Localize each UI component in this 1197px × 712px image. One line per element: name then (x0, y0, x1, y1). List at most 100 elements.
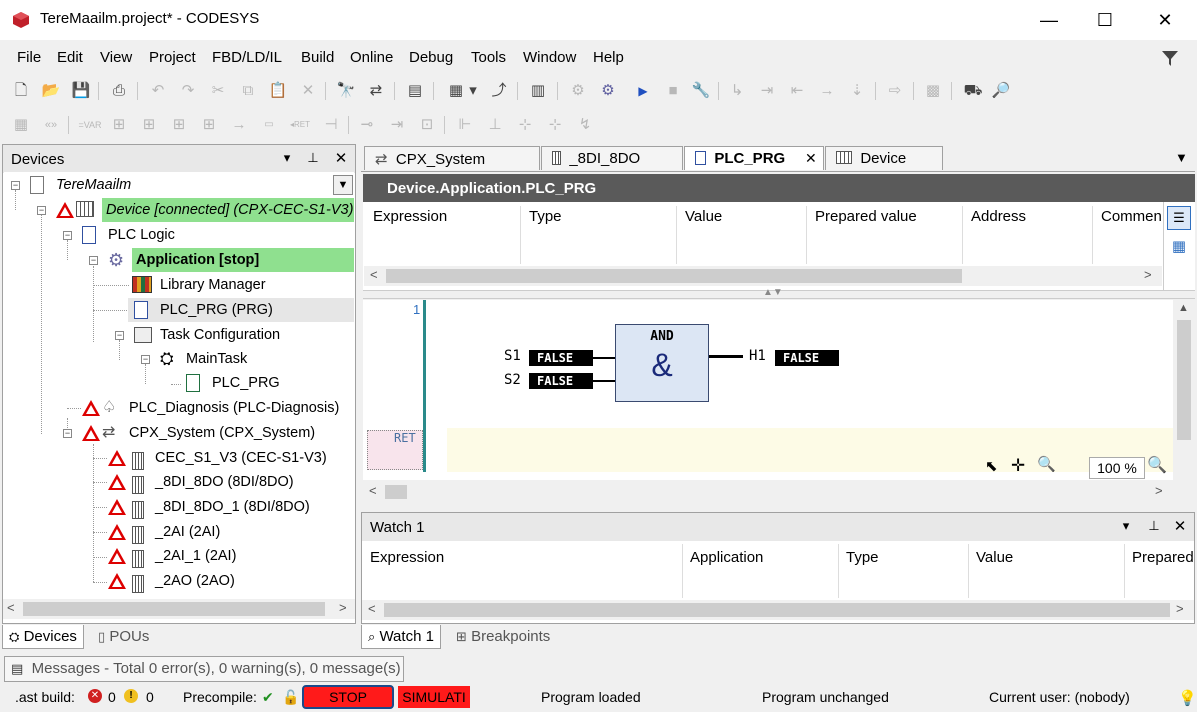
zoom-settings-icon[interactable]: 🔍 (1147, 455, 1167, 475)
branch-end-icon[interactable]: ⊹ (544, 114, 566, 136)
scroll-right-icon[interactable]: > (1144, 267, 1152, 282)
undo-icon[interactable]: ↶ (147, 80, 169, 102)
tree-item-cpx-system[interactable]: − ⇄ CPX_System (CPX_System) (4, 421, 354, 445)
watch-column-prepared[interactable]: Prepared (1132, 549, 1194, 566)
panel-menu-icon[interactable]: ▾ (279, 150, 295, 166)
box-icon[interactable]: ⊞ (108, 114, 130, 136)
maximize-button[interactable]: ☐ (1093, 8, 1117, 32)
menu-debug[interactable]: Debug (409, 49, 453, 66)
simulation-status[interactable]: SIMULATI (398, 686, 470, 708)
watch-column-value[interactable]: Value (976, 549, 1013, 566)
tab-breakpoints[interactable]: ⊞ Breakpoints (450, 625, 556, 649)
zoom-icon[interactable]: 🔍 (1037, 455, 1056, 473)
menu-file[interactable]: File (17, 49, 41, 66)
tab-list-chevron-icon[interactable]: ▼ (1175, 150, 1188, 165)
move-icon[interactable]: ✛ (1011, 456, 1025, 476)
run-to-cursor-icon[interactable]: → (816, 80, 838, 102)
close-button[interactable]: ✕ (1153, 8, 1177, 32)
column-prepared-value[interactable]: Prepared value (815, 208, 917, 225)
column-expression[interactable]: Expression (373, 208, 447, 225)
tab-watch-1[interactable]: ⌕ Watch 1 (361, 625, 441, 649)
reset-coil-icon[interactable]: ⇥ (386, 114, 408, 136)
tree-item-module[interactable]: _2AI (2AI) (4, 520, 354, 544)
fbd-hscrollbar[interactable]: < > (363, 482, 1173, 502)
logout-icon[interactable]: ⚙ (597, 80, 619, 102)
parallel-branch-icon[interactable]: ⊥ (484, 114, 506, 136)
menu-help[interactable]: Help (593, 49, 624, 66)
menu-tools[interactable]: Tools (471, 49, 506, 66)
input-s1-value[interactable]: FALSE (529, 350, 593, 366)
tree-item-device[interactable]: − Device [connected] (CPX-CEC-S1-V3) (4, 198, 354, 222)
save-icon[interactable]: 💾 (70, 80, 92, 102)
column-type[interactable]: Type (529, 208, 562, 225)
show-next-statement-icon[interactable]: ⇣ (846, 80, 868, 102)
collapse-icon[interactable]: − (11, 181, 20, 190)
tree-item-module[interactable]: _2AI_1 (2AI) (4, 544, 354, 568)
collapse-icon[interactable]: − (63, 231, 72, 240)
menu-window[interactable]: Window (523, 49, 576, 66)
tabular-view-icon[interactable]: ▦ (1167, 236, 1191, 260)
scroll-thumb[interactable] (384, 603, 1170, 617)
reset-icon[interactable]: 🔧 (690, 80, 712, 102)
open-object-icon[interactable]: ⤴ (488, 80, 510, 102)
chevron-down-icon[interactable]: ▾ (467, 80, 479, 102)
tab-pous[interactable]: ▯ POUs (92, 625, 155, 649)
tree-item-module[interactable]: _2AO (2AO) (4, 569, 354, 593)
edge-icon[interactable]: ⊡ (416, 114, 438, 136)
box-input-icon[interactable]: ⊞ (198, 114, 220, 136)
tree-item-module[interactable]: _8DI_8DO (8DI/8DO) (4, 470, 354, 494)
tree-item-plc-logic[interactable]: − PLC Logic (4, 223, 354, 247)
print-icon[interactable]: ⎙ (108, 80, 130, 102)
scroll-thumb[interactable] (1177, 320, 1191, 440)
jump-icon[interactable]: → (228, 114, 250, 136)
editor-splitter[interactable]: ▲▼ (363, 287, 1195, 299)
scroll-up-icon[interactable]: ▲ (1178, 302, 1189, 314)
scroll-left-icon[interactable]: < (368, 601, 376, 616)
write-values-icon[interactable]: ⇨ (884, 80, 906, 102)
zoom-level[interactable]: 100 % (1089, 457, 1145, 479)
properties-icon[interactable]: ▤ (404, 80, 426, 102)
delete-icon[interactable]: ✕ (297, 80, 319, 102)
collapse-icon[interactable]: − (115, 331, 124, 340)
step-into-icon[interactable]: ⇥ (756, 80, 778, 102)
menu-project[interactable]: Project (149, 49, 196, 66)
build-icon[interactable]: ▥ (527, 80, 549, 102)
scroll-left-icon[interactable]: < (370, 267, 378, 282)
pin-icon[interactable]: ⊥ (1146, 518, 1162, 534)
redo-icon[interactable]: ↷ (177, 80, 199, 102)
replace-icon[interactable]: ⇄ (365, 80, 387, 102)
lightbulb-icon[interactable]: 💡 (1178, 689, 1197, 707)
pointer-icon[interactable]: ⬉ (985, 457, 998, 475)
output-h1-value[interactable]: FALSE (775, 350, 839, 366)
collapse-icon[interactable]: − (63, 429, 72, 438)
menu-view[interactable]: View (100, 49, 132, 66)
branch-icon[interactable]: ⊩ (454, 114, 476, 136)
tab-plc-prg[interactable]: PLC_PRG ✕ (684, 146, 824, 170)
input-icon[interactable]: ↯ (574, 114, 596, 136)
tree-item-task-config[interactable]: − Task Configuration (4, 323, 354, 347)
devices-hscrollbar[interactable]: < > (3, 599, 355, 619)
ret-cell[interactable]: RET (367, 430, 423, 470)
tree-item-module[interactable]: CEC_S1_V3 (CEC-S1-V3) (4, 446, 354, 470)
menu-fbd-ld-il[interactable]: FBD/LD/IL (212, 49, 282, 66)
scroll-left-icon[interactable]: < (369, 483, 377, 498)
cut-icon[interactable]: ✂ (207, 80, 229, 102)
search-icon[interactable]: 🔎 (990, 80, 1012, 102)
cart-icon[interactable]: ⛟ (962, 80, 984, 102)
panel-close-icon[interactable]: ✕ (1172, 517, 1188, 535)
watch-column-application[interactable]: Application (690, 549, 763, 566)
stop-status[interactable]: STOP (302, 685, 394, 709)
empty-box-icon[interactable]: ⊞ (168, 114, 190, 136)
menu-edit[interactable]: Edit (57, 49, 83, 66)
pin-icon[interactable]: ⊥ (305, 150, 321, 166)
new-project-icon[interactable]: 🗋 (10, 80, 32, 102)
menu-build[interactable]: Build (301, 49, 334, 66)
scroll-thumb[interactable] (385, 485, 407, 499)
tree-item-main-task[interactable]: − ⛭ MainTask (4, 347, 354, 371)
tab-cpx-system[interactable]: ⇄ CPX_System (364, 146, 540, 170)
open-project-icon[interactable]: 📂 (40, 80, 62, 102)
branch-start-icon[interactable]: ⊹ (514, 114, 536, 136)
copy-icon[interactable]: ⧉ (237, 80, 259, 102)
tree-root-dropdown[interactable]: ▼ (333, 175, 353, 195)
set-icon[interactable]: ⊸ (356, 114, 378, 136)
